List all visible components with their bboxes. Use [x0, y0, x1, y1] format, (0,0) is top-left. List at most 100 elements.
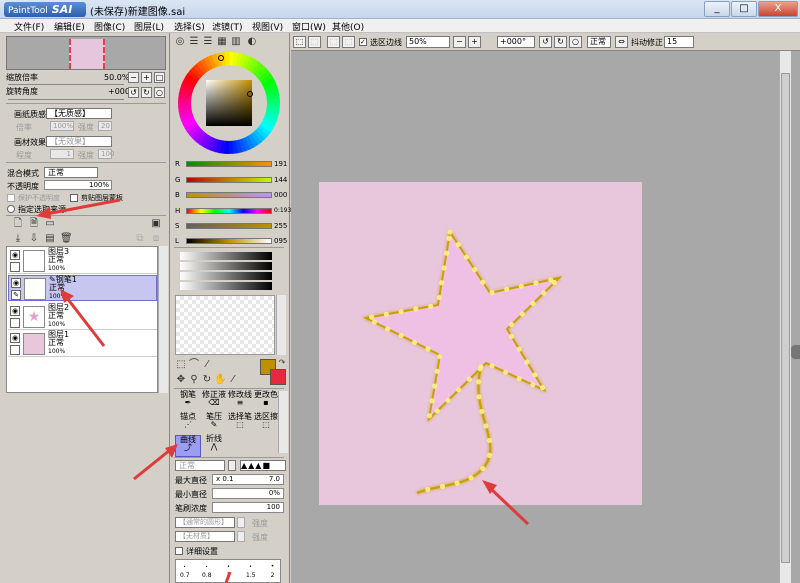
slider-b[interactable] — [186, 192, 272, 198]
selection-source-radio[interactable] — [7, 205, 15, 213]
zoom-reset-icon[interactable]: □ — [154, 72, 165, 83]
depth-field[interactable]: 1 — [50, 149, 74, 159]
swap-colors-icon[interactable]: ↷ — [276, 357, 288, 369]
delete-mask-icon[interactable]: ⧈ — [150, 233, 162, 245]
min-size-slider[interactable]: 0% — [212, 488, 284, 499]
merge-down-icon[interactable]: ⇩ — [28, 233, 40, 245]
lasso-icon[interactable]: ⌒ — [188, 359, 200, 371]
tool-anchor[interactable]: 锚点 ⋰ — [175, 413, 201, 435]
menu-layer[interactable]: 图层(L) — [134, 20, 164, 33]
tool-curve-selected[interactable]: 曲线 ⤴ — [175, 435, 201, 457]
slider-r[interactable] — [186, 161, 272, 167]
tool-edit-line[interactable]: 修改线 ≡ — [227, 391, 253, 413]
gray-gradient-3[interactable] — [180, 272, 272, 280]
brush-texture-dropdown[interactable]: 【无材质】 — [175, 531, 235, 542]
brush-size-preset[interactable]: • 0.7 — [180, 562, 190, 582]
brush-size-preset[interactable]: • 2 — [268, 562, 277, 582]
canvas-scroll-thumb[interactable] — [781, 73, 790, 563]
texture-strength-field[interactable]: 20 — [98, 121, 112, 131]
magnification-field[interactable]: 100% — [50, 121, 74, 131]
layer-panel-toggle-icon[interactable]: ▣ — [150, 218, 162, 230]
clip-mask-checkbox[interactable] — [70, 194, 78, 202]
new-layer-icon[interactable]: 🗋 — [12, 218, 24, 230]
slider-s[interactable] — [186, 223, 272, 229]
visibility-eye-icon[interactable]: ◉ — [11, 278, 21, 288]
navigator-viewport[interactable] — [69, 39, 105, 69]
visibility-eye-icon[interactable]: ◉ — [10, 333, 20, 343]
gray-gradient-1[interactable] — [180, 252, 272, 260]
blend-mode-dropdown[interactable]: 正常 — [44, 167, 98, 178]
rotate-tool-icon[interactable]: ↻ — [201, 374, 213, 386]
slider-l[interactable] — [186, 238, 272, 244]
mixer-tab-icon[interactable]: ▥ — [230, 36, 242, 48]
brush-mode-toggle[interactable] — [228, 460, 236, 471]
density-slider[interactable]: 100 — [212, 502, 284, 513]
rotate-right-icon[interactable]: ↻ — [141, 87, 152, 98]
menu-edit[interactable]: 编辑(E) — [54, 20, 85, 33]
zoom-tool-icon[interactable]: ⚲ — [188, 374, 200, 386]
apply-mask-icon[interactable]: ⧉ — [134, 233, 146, 245]
layer-item-selected[interactable]: ◉ ✎ ✎钢笔1 正常 100% — [8, 275, 157, 301]
rgb-slider-tab-icon[interactable]: ☰ — [188, 36, 200, 48]
menu-filter[interactable]: 滤镜(T) — [212, 20, 243, 33]
scratchpad-scrollbar[interactable] — [276, 295, 286, 355]
rotate-left-icon[interactable]: ↺ — [128, 87, 139, 98]
protect-opacity-checkbox[interactable] — [7, 194, 15, 202]
magic-wand-icon[interactable]: ⁄ — [201, 359, 213, 371]
gray-gradient-2[interactable] — [180, 262, 272, 270]
paper-texture-dropdown[interactable]: 【无质感】 — [46, 108, 112, 119]
menu-window[interactable]: 窗口(W) — [292, 20, 326, 33]
layer-item[interactable]: ◉ 图层1 正常 100% — [8, 331, 157, 357]
move-icon[interactable]: ✥ — [175, 374, 187, 386]
zoom-out-icon[interactable]: − — [128, 72, 139, 83]
tool-select-pen[interactable]: 选择笔 ⬚ — [227, 413, 253, 435]
tool-eraser[interactable]: 修正液 ⌫ — [201, 391, 227, 413]
maximize-button[interactable]: □ — [731, 1, 757, 17]
brush-texture-toggle[interactable] — [237, 531, 245, 542]
rotate-slider[interactable] — [8, 99, 124, 100]
gray-gradient-4[interactable] — [180, 282, 272, 290]
new-linework-layer-icon[interactable]: 🗎 — [28, 218, 40, 230]
hand-tool-icon[interactable]: ✋ — [214, 374, 226, 386]
hsv-slider-tab-icon[interactable]: ☰ — [202, 36, 214, 48]
brush-size-preset[interactable]: • 1.5 — [246, 562, 256, 582]
close-button[interactable]: X — [758, 1, 798, 17]
visibility-eye-icon[interactable]: ◉ — [10, 250, 20, 260]
side-collapse-handle[interactable] — [791, 345, 800, 359]
effect-strength-field[interactable]: 100 — [98, 149, 114, 159]
brush-shape-dropdown[interactable]: 【通常的圆形】 — [175, 517, 235, 528]
scratchpad-area[interactable] — [175, 295, 275, 355]
color-wheel-tab-icon[interactable]: ◎ — [174, 36, 186, 48]
brush-shape-toggle[interactable] — [237, 517, 245, 528]
tool-scrollbar[interactable] — [278, 391, 288, 453]
secondary-color-swatch[interactable] — [270, 369, 286, 385]
layer-item[interactable]: ◉ ★ 图层2 正常 100% — [8, 304, 157, 330]
slider-g[interactable] — [186, 177, 272, 183]
tool-polyline[interactable]: 折线 ⋀ — [201, 435, 227, 457]
layer-lock-box[interactable] — [10, 318, 20, 328]
menu-view[interactable]: 视图(V) — [252, 20, 283, 33]
visibility-eye-icon[interactable]: ◉ — [10, 306, 20, 316]
rect-select-icon[interactable]: ⬚ — [175, 359, 187, 371]
menu-image[interactable]: 图像(C) — [94, 20, 125, 33]
brush-mode-dropdown[interactable]: 正常 — [175, 460, 225, 471]
brush-size-preset[interactable]: • 0.8 — [202, 562, 212, 582]
detail-settings-checkbox[interactable] — [175, 547, 183, 555]
menu-select[interactable]: 选择(S) — [174, 20, 205, 33]
tool-select-eraser[interactable]: 选区擦 ⬚ — [253, 413, 279, 435]
eyedropper-icon[interactable]: ⁄ — [227, 374, 239, 386]
new-folder-icon[interactable]: ▭ — [44, 218, 56, 230]
tool-pen[interactable]: 钢笔 ✒ — [175, 391, 201, 413]
clear-layer-icon[interactable]: ▤ — [44, 233, 56, 245]
zoom-slider[interactable] — [8, 84, 124, 85]
layer-lock-box[interactable] — [10, 262, 20, 272]
layer-item[interactable]: ◉ 图层3 正常 100% — [8, 248, 157, 274]
brush-size-preset[interactable]: • 1 — [224, 562, 233, 582]
transfer-down-icon[interactable]: ⤓ — [12, 233, 24, 245]
tool-change-color[interactable]: 更改色 ▪ — [253, 391, 279, 413]
tool-pressure[interactable]: 笔压 ✎ — [201, 413, 227, 435]
minimize-button[interactable]: _ — [704, 1, 730, 17]
menu-file[interactable]: 文件(F) — [14, 20, 44, 33]
opacity-slider[interactable]: 100% — [44, 180, 112, 190]
slider-h[interactable] — [186, 208, 272, 214]
